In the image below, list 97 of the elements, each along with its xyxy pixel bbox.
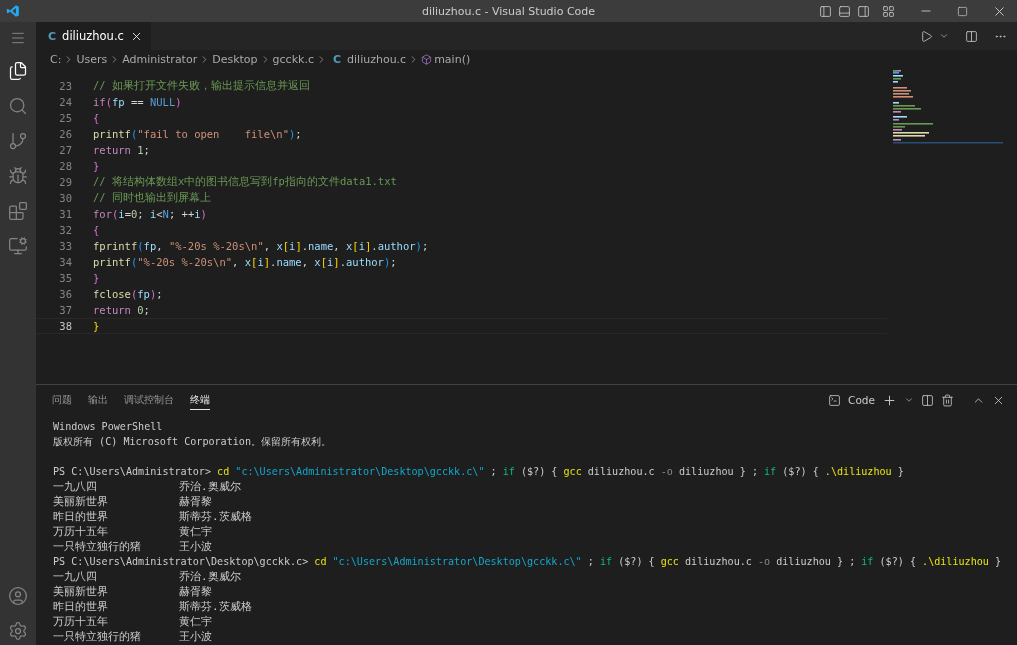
code-line: // 将结构体数组x中的图书信息写到fp指向的文件data1.txt	[93, 175, 397, 189]
line-number: 37	[58, 304, 72, 316]
book-author: 乔治.奥威尔	[179, 479, 241, 494]
code-line: printf("fail to open file\n");	[93, 128, 302, 140]
remote-explorer-icon[interactable]	[8, 236, 28, 256]
terminal-options-icon[interactable]	[904, 395, 914, 405]
code-line: {	[93, 224, 100, 236]
code-line: return 0;	[93, 304, 150, 316]
new-terminal-icon[interactable]	[882, 392, 897, 408]
book-author: 斯蒂芬.茨威格	[179, 509, 252, 524]
source-control-icon[interactable]	[8, 131, 28, 151]
book-author: 乔治.奥威尔	[179, 569, 241, 584]
breadcrumb-item[interactable]: diliuzhou.c	[347, 52, 407, 66]
extensions-icon[interactable]	[8, 201, 28, 221]
editor-tab[interactable]: C diliuzhou.c	[36, 22, 151, 50]
code-line: }	[93, 272, 100, 284]
code-line: return 1;	[93, 144, 150, 156]
line-number: 26	[58, 128, 72, 140]
line-number: 25	[58, 112, 72, 124]
book-title: 一只特立独行的猪	[53, 629, 142, 644]
settings-icon[interactable]	[8, 621, 28, 641]
breadcrumb-item[interactable]: Administrator	[122, 52, 198, 66]
book-author: 王小波	[179, 629, 212, 644]
line-number: 28	[58, 160, 72, 172]
panel-tab[interactable]: 调试控制台	[124, 390, 174, 410]
customize-layout-icon[interactable]	[882, 4, 895, 18]
book-author: 黄仁宇	[179, 614, 212, 629]
code-line: }	[93, 160, 100, 172]
book-author: 王小波	[179, 539, 212, 554]
book-title: 一只特立独行的猪	[53, 539, 142, 554]
code-line: }	[93, 320, 100, 332]
breadcrumb-item[interactable]: Desktop	[212, 52, 258, 66]
code-line: for(i=0; i<N; ++i)	[93, 208, 207, 220]
explorer-icon[interactable]	[8, 61, 28, 81]
terminal-line: Windows PowerShell	[53, 420, 163, 434]
line-number: 30	[58, 192, 72, 204]
line-number: 29	[58, 176, 72, 188]
line-number: 31	[58, 208, 72, 220]
book-title: 美丽新世界	[53, 584, 109, 599]
split-editor-icon[interactable]	[965, 29, 978, 43]
toggle-panel-icon[interactable]	[838, 4, 851, 18]
book-author: 赫胥黎	[179, 584, 212, 599]
code-line: // 同时也输出到屏幕上	[93, 191, 211, 205]
run-icon[interactable]	[920, 29, 933, 43]
tab-label: diliuzhou.c	[62, 29, 124, 43]
book-author: 赫胥黎	[179, 494, 212, 509]
run-options-icon[interactable]	[939, 31, 949, 41]
line-number: 27	[58, 144, 72, 156]
code-line: // 如果打开文件失败，输出提示信息并返回	[93, 79, 310, 93]
code-line: fclose(fp);	[93, 288, 163, 300]
app-logo-icon	[6, 4, 20, 18]
code-line: {	[93, 112, 100, 124]
line-number: 34	[58, 256, 72, 268]
menu-icon[interactable]	[10, 30, 26, 46]
code-line: fprintf(fp, "%-20s %-20s\n", x[i].name, x[i].author);	[93, 240, 429, 252]
book-author: 黄仁宇	[179, 524, 212, 539]
split-terminal-icon[interactable]	[921, 393, 934, 407]
panel-tab[interactable]: 终端	[190, 390, 210, 410]
panel-tab[interactable]: 输出	[88, 390, 108, 410]
breadcrumb-item[interactable]: main()	[434, 52, 471, 66]
book-title: 一九八四	[53, 479, 98, 494]
line-number: 38	[58, 320, 72, 332]
book-title: 万历十五年	[53, 614, 109, 629]
toggle-sidebar-icon[interactable]	[819, 4, 832, 18]
terminal-command: PS C:\Users\Administrator\Desktop\gcckk.c> cd "c:\Users\Administrator\Desktop\gcckk.c\" ; if ($?) { gcc diliuzhou.c -o diliuzhou } ; if ($?) { .\diliuzhou }	[53, 555, 1002, 569]
line-number: 35	[58, 272, 72, 284]
c-file-icon: C	[48, 29, 57, 43]
maximize-icon[interactable]	[957, 5, 968, 17]
method-icon	[421, 53, 433, 65]
book-title: 昨日的世界	[53, 599, 109, 614]
code-line: printf("%-20s %-20s\n", x[i].name, x[i].author);	[93, 256, 397, 268]
book-title: 一九八四	[53, 569, 98, 584]
panel-tab[interactable]: 问题	[52, 390, 72, 410]
toggle-secondary-sidebar-icon[interactable]	[857, 4, 870, 18]
breadcrumb-item[interactable]: gcckk.c	[272, 52, 314, 66]
account-icon[interactable]	[8, 586, 28, 606]
line-number: 23	[58, 80, 72, 92]
line-number: 33	[58, 240, 72, 252]
breadcrumb-item[interactable]: Users	[76, 52, 108, 66]
kill-terminal-icon[interactable]	[941, 393, 954, 407]
terminal-name[interactable]: Code	[848, 394, 875, 406]
terminal-icon[interactable]	[828, 393, 842, 407]
search-icon[interactable]	[8, 96, 28, 116]
line-number: 36	[58, 288, 72, 300]
line-number: 24	[58, 96, 72, 108]
terminal-line: 版权所有 (C) Microsoft Corporation。保留所有权利。	[53, 435, 331, 449]
breadcrumb-item[interactable]: C:	[50, 52, 62, 66]
terminal-command: PS C:\Users\Administrator> cd "c:\Users\Administrator\Desktop\gcckk.c\" ; if ($?) { gcc diliuzhou.c -o diliuzhou } ; if ($?) { .\diliuzhou }	[53, 465, 904, 479]
line-number: 32	[58, 224, 72, 236]
book-title: 昨日的世界	[53, 509, 109, 524]
code-line: if(fp == NULL)	[93, 96, 182, 108]
c-file-icon: C	[332, 52, 342, 66]
run-debug-icon[interactable]	[8, 166, 28, 186]
book-title: 美丽新世界	[53, 494, 109, 509]
book-author: 斯蒂芬.茨威格	[179, 599, 252, 614]
book-title: 万历十五年	[53, 524, 109, 539]
window-title: diliuzhou.c - Visual Studio Code	[421, 4, 596, 18]
